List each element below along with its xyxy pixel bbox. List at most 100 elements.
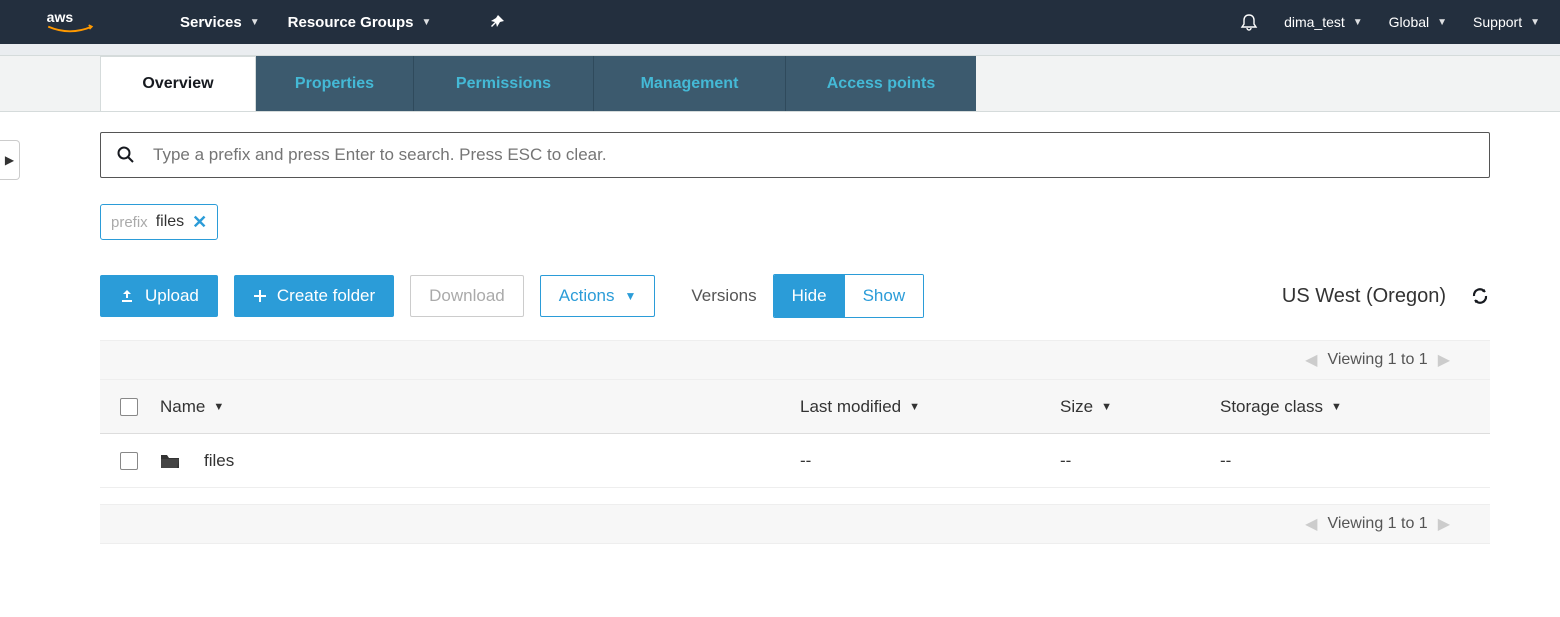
search-row: [100, 132, 1490, 178]
select-all-checkbox[interactable]: [120, 398, 138, 416]
col-name-header[interactable]: Name ▼: [160, 397, 800, 417]
tab-management-label: Management: [641, 75, 739, 93]
col-check: [120, 398, 160, 416]
pager-prev[interactable]: ◀: [1305, 514, 1317, 534]
nav-support-menu[interactable]: Support ▼: [1473, 14, 1540, 30]
tab-management[interactable]: Management: [594, 56, 786, 111]
content: prefix files ✕ Upload Create folder Down…: [0, 132, 1560, 544]
pager-bottom: ◀ Viewing 1 to 1 ▶: [100, 504, 1490, 544]
versions-hide-button[interactable]: Hide: [774, 275, 845, 317]
download-button: Download: [410, 275, 524, 317]
caret-down-icon: ▼: [1353, 17, 1363, 28]
col-last-modified-header[interactable]: Last modified ▼: [800, 397, 1060, 417]
nav-user-menu[interactable]: dima_test ▼: [1284, 14, 1363, 30]
sort-icon: ▼: [909, 401, 920, 413]
pager-top: ◀ Viewing 1 to 1 ▶: [100, 340, 1490, 380]
pager-text: Viewing 1 to 1: [1327, 515, 1427, 533]
filter-chip-prefix[interactable]: prefix files ✕: [100, 204, 218, 240]
region-block: US West (Oregon): [1282, 285, 1490, 308]
tabs: Overview Properties Permissions Manageme…: [100, 56, 1560, 111]
tab-access-points-label: Access points: [827, 75, 935, 93]
chip-label: prefix: [111, 214, 148, 231]
nav-pin-button[interactable]: [489, 14, 505, 30]
caret-down-icon: ▼: [250, 17, 260, 28]
svg-text:aws: aws: [47, 9, 74, 25]
nav-region-label: Global: [1389, 14, 1429, 30]
nav-resource-groups[interactable]: Resource Groups ▼: [288, 14, 432, 31]
actions-label: Actions: [559, 286, 615, 306]
row-last-modified-cell: --: [800, 451, 1060, 471]
toolbar: Upload Create folder Download Actions ▼ …: [100, 274, 1490, 318]
row-checkbox[interactable]: [120, 452, 138, 470]
nav-resource-groups-label: Resource Groups: [288, 14, 414, 31]
col-storage-class-header[interactable]: Storage class ▼: [1220, 397, 1470, 417]
refresh-icon: [1470, 286, 1490, 306]
chevron-down-icon: ▼: [625, 289, 637, 303]
table-header: Name ▼ Last modified ▼ Size ▼ Storage cl…: [100, 380, 1490, 434]
search-icon: [117, 146, 135, 164]
versions-hide-label: Hide: [792, 286, 827, 306]
row-last-modified: --: [800, 451, 811, 471]
aws-logo-icon: aws: [46, 8, 94, 36]
nav-user-label: dima_test: [1284, 14, 1345, 30]
row-storage-class: --: [1220, 451, 1231, 471]
caret-down-icon: ▼: [1530, 17, 1540, 28]
filter-chips: prefix files ✕: [100, 204, 1490, 240]
tab-permissions[interactable]: Permissions: [414, 56, 594, 111]
tab-properties-label: Properties: [295, 75, 374, 93]
pin-icon: [489, 14, 505, 30]
refresh-button[interactable]: [1470, 286, 1490, 306]
upload-button[interactable]: Upload: [100, 275, 218, 317]
plus-icon: [253, 289, 267, 303]
tab-permissions-label: Permissions: [456, 75, 551, 93]
tabs-bar: Overview Properties Permissions Manageme…: [0, 56, 1560, 112]
caret-down-icon: ▼: [1437, 17, 1447, 28]
caret-down-icon: ▼: [422, 17, 432, 28]
tab-overview-label: Overview: [142, 75, 213, 93]
sub-strip: [0, 44, 1560, 56]
col-last-modified-label: Last modified: [800, 397, 901, 417]
sort-icon: ▼: [213, 401, 224, 413]
tab-overview[interactable]: Overview: [100, 56, 256, 111]
aws-logo[interactable]: aws: [0, 8, 140, 36]
chip-value: files: [156, 213, 184, 231]
sort-icon: ▼: [1331, 401, 1342, 413]
row-size: --: [1060, 451, 1071, 471]
row-name-cell[interactable]: files: [160, 451, 800, 471]
row-size-cell: --: [1060, 451, 1220, 471]
sort-icon: ▼: [1101, 401, 1112, 413]
nav-notifications[interactable]: [1240, 13, 1258, 31]
region-text: US West (Oregon): [1282, 285, 1446, 308]
search-input[interactable]: [153, 145, 1473, 165]
nav-left: Services ▼ Resource Groups ▼: [180, 14, 505, 31]
bell-icon: [1240, 13, 1258, 31]
versions-show-label: Show: [863, 286, 906, 306]
tab-properties[interactable]: Properties: [256, 56, 414, 111]
nav-services[interactable]: Services ▼: [180, 14, 260, 31]
col-size-header[interactable]: Size ▼: [1060, 397, 1220, 417]
nav-region-menu[interactable]: Global ▼: [1389, 14, 1447, 30]
search-box[interactable]: [100, 132, 1490, 178]
nav-services-label: Services: [180, 14, 242, 31]
nav-right: dima_test ▼ Global ▼ Support ▼: [1240, 13, 1540, 31]
nav-support-label: Support: [1473, 14, 1522, 30]
row-storage-class-cell: --: [1220, 451, 1470, 471]
table-row[interactable]: files -- -- --: [100, 434, 1490, 488]
versions-show-button[interactable]: Show: [845, 275, 924, 317]
top-nav: aws Services ▼ Resource Groups ▼ dima_te…: [0, 0, 1560, 44]
download-label: Download: [429, 286, 505, 306]
pager-next[interactable]: ▶: [1438, 350, 1450, 370]
actions-dropdown[interactable]: Actions ▼: [540, 275, 656, 317]
upload-icon: [119, 288, 135, 304]
row-check: [120, 452, 160, 470]
pager-prev[interactable]: ◀: [1305, 350, 1317, 370]
versions-label: Versions: [691, 286, 756, 306]
tab-access-points[interactable]: Access points: [786, 56, 976, 111]
pager-next[interactable]: ▶: [1438, 514, 1450, 534]
create-folder-label: Create folder: [277, 286, 375, 306]
create-folder-button[interactable]: Create folder: [234, 275, 394, 317]
row-name: files: [204, 451, 234, 471]
folder-icon: [160, 453, 180, 469]
chip-remove-button[interactable]: ✕: [192, 212, 207, 233]
col-name-label: Name: [160, 397, 205, 417]
